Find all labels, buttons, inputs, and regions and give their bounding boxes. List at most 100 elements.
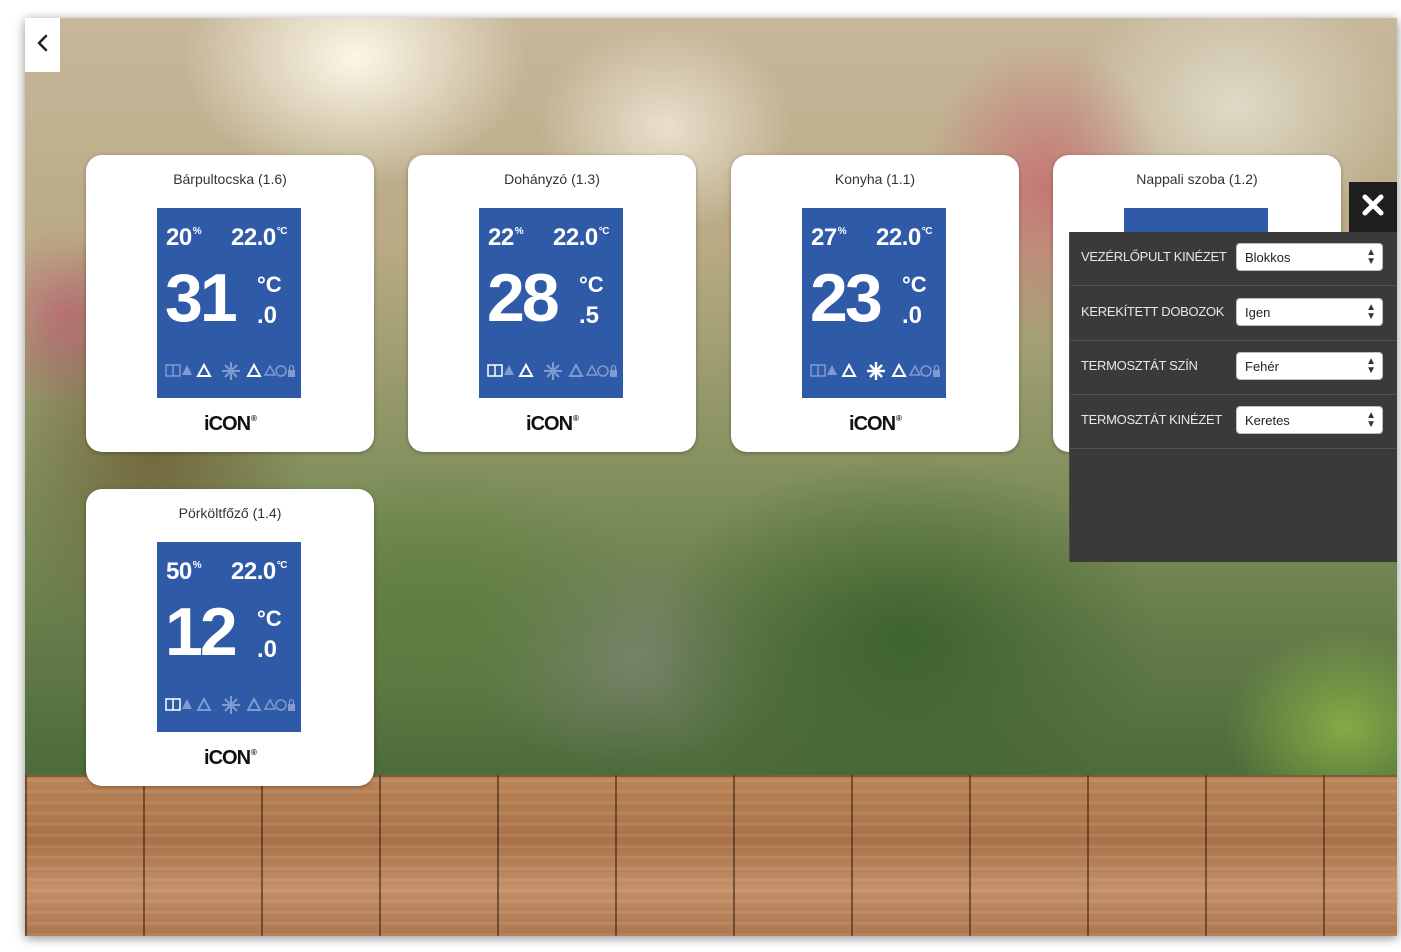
thermostat-display: 22% 22.0°C 28 °C .5 (479, 208, 623, 398)
warning-icon (518, 362, 534, 377)
clock-icon (920, 365, 932, 377)
setting-row-rounded-boxes: KEREKÍTETT DOBOZOK Igen ▲ ▼ (1070, 287, 1397, 341)
thermostat-card-konyha[interactable]: Konyha (1.1) 27% 22.0°C 23 °C .0 iCON® (731, 155, 1019, 452)
thermostat-display: 27% 22.0°C 23 °C .0 (802, 208, 946, 398)
select-value: Igen (1245, 305, 1271, 320)
warning-icon (196, 696, 212, 711)
icon-brand-logo: iCON® (204, 747, 257, 769)
current-temperature: 31 (165, 260, 238, 336)
thermostat-card-porkoltfozo[interactable]: Pörköltfőző (1.4) 50% 22.0°C 12 °C .0 iC… (86, 489, 374, 786)
setting-label: VEZÉRLŐPULT KINÉZET (1081, 249, 1227, 264)
select-value: Keretes (1245, 413, 1290, 428)
select-arrows-icon: ▲ ▼ (1366, 410, 1376, 430)
back-button[interactable] (25, 18, 60, 72)
temperature-unit: °C (257, 272, 282, 297)
select-arrows-icon: ▲ ▼ (1366, 247, 1376, 267)
dashboard-style-select[interactable]: Blokkos ▲ ▼ (1236, 243, 1383, 271)
status-icons (487, 361, 617, 381)
snowflake-icon (544, 362, 562, 380)
icon-brand-logo: iCON® (849, 413, 902, 435)
app-frame: Bárpultocska (1.6) 20% 22.0°C 31 °C .0 i… (25, 18, 1397, 936)
clock-icon (275, 699, 287, 711)
wooden-floor-background (25, 775, 1397, 936)
icon-brand-logo: iCON® (526, 413, 579, 435)
select-arrows-icon: ▲ ▼ (1366, 356, 1376, 376)
window-icon (810, 364, 826, 377)
lock-icon (288, 364, 295, 377)
select-arrows-icon: ▲ ▼ (1366, 302, 1376, 322)
status-icons (165, 361, 295, 381)
thermostat-display: 20% 22.0°C 31 °C .0 (157, 208, 301, 398)
window-icon (165, 698, 181, 711)
card-title: Pörköltfőző (1.4) (178, 505, 282, 521)
setting-label: TERMOSZTÁT KINÉZET (1081, 412, 1222, 427)
lock-icon (610, 364, 617, 377)
lock-icon (288, 698, 295, 711)
clock-icon (275, 365, 287, 377)
warning-icon (908, 364, 922, 376)
select-value: Fehér (1245, 359, 1279, 374)
window-icon (165, 364, 181, 377)
current-temperature: 28 (487, 260, 560, 336)
humidity-value: 50% (166, 558, 202, 585)
thermostat-card-barpultocska[interactable]: Bárpultocska (1.6) 20% 22.0°C 31 °C .0 i… (86, 155, 374, 452)
temperature-unit: °C (257, 606, 282, 631)
warning-icon (246, 696, 262, 711)
setting-label: TERMOSZTÁT SZÍN (1081, 358, 1198, 373)
thermostat-display: 50% 22.0°C 12 °C .0 (157, 542, 301, 732)
setpoint-value: 22.0°C (876, 224, 932, 251)
status-icons (165, 695, 295, 715)
card-title: Dohányzó (1.3) (504, 171, 600, 187)
setting-row-thermostat-color: TERMOSZTÁT SZÍN Fehér ▲ ▼ (1070, 341, 1397, 395)
warning-icon (568, 362, 584, 377)
drop-icon (504, 365, 514, 375)
thermostat-color-select[interactable]: Fehér ▲ ▼ (1236, 352, 1383, 380)
clock-icon (597, 365, 609, 377)
warning-icon (841, 362, 857, 377)
snowflake-icon (222, 696, 240, 714)
temperature-unit: °C (579, 272, 604, 297)
thermostat-card-dohanyzo[interactable]: Dohányzó (1.3) 22% 22.0°C 28 °C .5 iCON® (408, 155, 696, 452)
drop-icon (182, 699, 192, 709)
temperature-decimal: .0 (902, 302, 923, 329)
rounded-boxes-select[interactable]: Igen ▲ ▼ (1236, 298, 1383, 326)
setting-label: KEREKÍTETT DOBOZOK (1081, 304, 1225, 319)
warning-icon (263, 698, 277, 710)
close-icon (1362, 194, 1384, 221)
lock-icon (933, 364, 940, 377)
window-icon (487, 364, 503, 377)
setpoint-value: 22.0°C (553, 224, 609, 251)
setting-row-dashboard-style: VEZÉRLŐPULT KINÉZET Blokkos ▲ ▼ (1070, 232, 1397, 286)
close-settings-button[interactable] (1349, 182, 1397, 232)
thermostat-style-select[interactable]: Keretes ▲ ▼ (1236, 406, 1383, 434)
card-title: Bárpultocska (1.6) (173, 171, 287, 187)
warning-icon (891, 362, 907, 377)
temperature-decimal: .0 (257, 636, 278, 663)
warning-icon (263, 364, 277, 376)
drop-icon (827, 365, 837, 375)
current-temperature: 12 (165, 594, 238, 670)
chevron-left-icon (36, 34, 50, 57)
setpoint-value: 22.0°C (231, 224, 287, 251)
card-title: Konyha (1.1) (834, 171, 916, 187)
select-value: Blokkos (1245, 250, 1291, 265)
snowflake-icon (222, 362, 240, 380)
humidity-value: 22% (488, 224, 524, 251)
status-icons (810, 361, 940, 381)
temperature-decimal: .5 (579, 302, 600, 329)
humidity-value: 20% (166, 224, 202, 251)
setpoint-value: 22.0°C (231, 558, 287, 585)
snowflake-icon (867, 362, 885, 380)
humidity-value: 27% (811, 224, 847, 251)
warning-icon (246, 362, 262, 377)
warning-icon (196, 362, 212, 377)
warning-icon (585, 364, 599, 376)
drop-icon (182, 365, 192, 375)
icon-brand-logo: iCON® (204, 413, 257, 435)
current-temperature: 23 (810, 260, 883, 336)
temperature-decimal: .0 (257, 302, 278, 329)
card-title: Nappali szoba (1.2) (1136, 171, 1258, 187)
setting-row-thermostat-style: TERMOSZTÁT KINÉZET Keretes ▲ ▼ (1070, 395, 1397, 449)
settings-panel: VEZÉRLŐPULT KINÉZET Blokkos ▲ ▼ KEREKÍTET… (1069, 232, 1397, 562)
temperature-unit: °C (902, 272, 927, 297)
